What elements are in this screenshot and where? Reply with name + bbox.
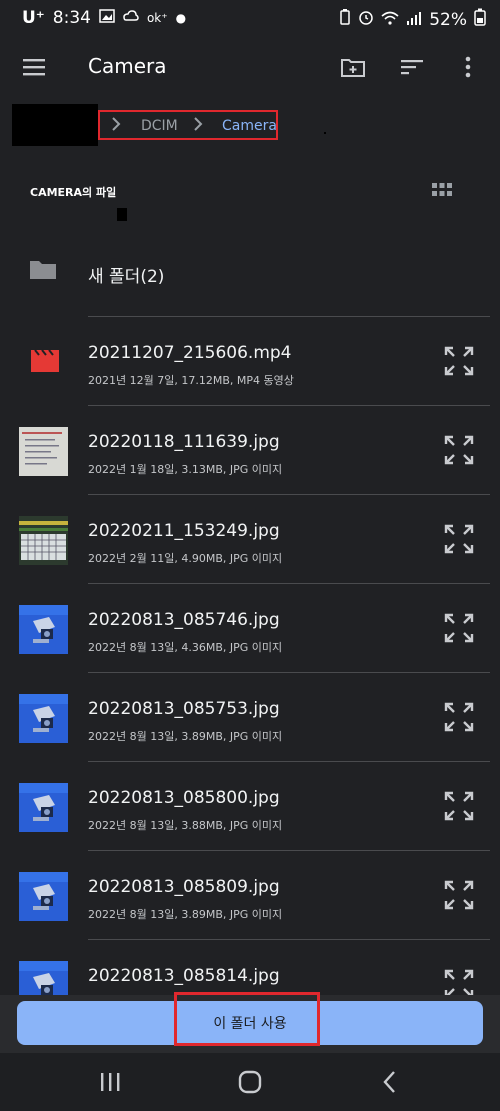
image-thumbnail xyxy=(19,694,68,743)
hamburger-icon xyxy=(23,59,45,76)
app-bar: Camera xyxy=(0,38,500,96)
breadcrumb-item-camera[interactable]: Camera xyxy=(222,118,277,134)
file-row[interactable]: 20220813_085800.jpg 2022년 8월 13일, 3.88MB,… xyxy=(0,762,500,851)
chevron-right-icon xyxy=(192,116,204,136)
sort-icon xyxy=(401,60,423,75)
carrier-label: U⁺ xyxy=(22,8,45,28)
expand-preview-icon xyxy=(444,346,474,376)
file-details: 2022년 8월 13일, 3.89MB, JPG 이미지 xyxy=(88,730,283,743)
image-thumbnail xyxy=(19,605,68,654)
file-details: 2022년 1월 18일, 3.13MB, JPG 이미지 xyxy=(88,463,283,476)
expand-preview-button[interactable] xyxy=(444,435,474,465)
button-highlight xyxy=(174,992,320,1046)
grid-view-icon xyxy=(432,183,452,196)
file-name: 20220813_085800.jpg xyxy=(88,788,280,808)
wifi-icon xyxy=(381,10,399,30)
folder-name: 새 폴더(2) xyxy=(88,267,165,287)
expand-preview-button[interactable] xyxy=(444,613,474,643)
redaction-mark xyxy=(117,208,127,221)
file-name: 20220813_085746.jpg xyxy=(88,610,280,630)
file-details: 2022년 2월 11일, 4.90MB, JPG 이미지 xyxy=(88,552,283,565)
back-button[interactable] xyxy=(370,1062,410,1102)
file-name: 20220211_153249.jpg xyxy=(88,521,280,541)
alarm-icon xyxy=(358,9,374,30)
expand-preview-button[interactable] xyxy=(444,524,474,554)
video-icon xyxy=(30,349,60,375)
file-name: 20220118_111639.jpg xyxy=(88,432,280,452)
image-thumbnail xyxy=(19,605,68,654)
file-name: 20220813_085753.jpg xyxy=(88,699,280,719)
image-thumbnail xyxy=(19,694,68,743)
image-thumbnail xyxy=(19,427,68,476)
image-thumbnail xyxy=(19,872,68,921)
file-row[interactable]: 20220813_085746.jpg 2022년 8월 13일, 4.36MB,… xyxy=(0,584,500,673)
chevron-right-icon xyxy=(110,116,122,136)
system-nav-bar xyxy=(0,1053,500,1111)
signal-icon xyxy=(406,10,422,30)
file-name: 20220813_085809.jpg xyxy=(88,877,280,897)
home-button[interactable] xyxy=(230,1062,270,1102)
battery-icon xyxy=(474,8,486,31)
image-thumbnail xyxy=(19,783,68,832)
image-thumbnail xyxy=(19,783,68,832)
stray-dot xyxy=(324,132,326,134)
file-details: 2022년 8월 13일, 4.36MB, JPG 이미지 xyxy=(88,641,283,654)
gallery-notification-icon xyxy=(99,8,115,28)
recent-apps-icon xyxy=(101,1073,120,1091)
clock: 8:34 xyxy=(52,8,91,28)
file-row[interactable]: 20220211_153249.jpg 2022년 2월 11일, 4.90MB,… xyxy=(0,495,500,584)
video-file-icon xyxy=(31,349,59,372)
expand-preview-button[interactable] xyxy=(444,346,474,376)
expand-preview-icon xyxy=(444,791,474,821)
file-name: 20211207_215606.mp4 xyxy=(88,343,292,363)
folder-row[interactable]: 새 폴더(2) xyxy=(0,228,500,317)
breadcrumb: DCIM Camera xyxy=(0,100,500,150)
menu-button[interactable] xyxy=(14,47,54,87)
new-folder-button[interactable] xyxy=(333,47,373,87)
file-name: 20220813_085814.jpg xyxy=(88,966,280,986)
expand-preview-icon xyxy=(444,435,474,465)
expand-preview-icon xyxy=(444,524,474,554)
status-bar: U⁺ 8:34 ok⁺ ● 52% xyxy=(0,0,500,38)
battery-percent: 52% xyxy=(429,9,467,30)
page-title: Camera xyxy=(88,54,167,78)
image-thumbnail xyxy=(19,872,68,921)
battery-saver-icon xyxy=(339,9,351,30)
expand-preview-button[interactable] xyxy=(444,880,474,910)
expand-preview-icon xyxy=(444,702,474,732)
file-details: 2021년 12월 7일, 17.12MB, MP4 동영상 xyxy=(88,374,294,387)
section-title: CAMERA의 파일 xyxy=(30,186,117,199)
image-thumbnail xyxy=(19,516,68,565)
back-icon xyxy=(383,1071,395,1093)
breadcrumb-item-dcim[interactable]: DCIM xyxy=(141,118,178,134)
file-row[interactable]: 20220118_111639.jpg 2022년 1월 18일, 3.13MB,… xyxy=(0,406,500,495)
expand-preview-button[interactable] xyxy=(444,702,474,732)
grid-view-button[interactable] xyxy=(422,170,462,210)
file-details: 2022년 8월 13일, 3.88MB, JPG 이미지 xyxy=(88,819,283,832)
overflow-menu-icon xyxy=(465,56,471,78)
file-row[interactable]: 20211207_215606.mp4 2021년 12월 7일, 17.12MB… xyxy=(0,317,500,406)
file-row[interactable]: 20220813_085809.jpg 2022년 8월 13일, 3.89MB,… xyxy=(0,851,500,940)
sort-button[interactable] xyxy=(392,47,432,87)
home-icon xyxy=(238,1070,262,1094)
more-notifications-dot: ● xyxy=(175,11,187,25)
more-options-button[interactable] xyxy=(448,47,488,87)
recent-apps-button[interactable] xyxy=(90,1062,130,1102)
expand-preview-icon xyxy=(444,613,474,643)
image-thumbnail xyxy=(19,427,68,476)
redacted-root-crumb xyxy=(12,104,98,146)
app-notification-icon: ok⁺ xyxy=(146,11,168,25)
folder-icon xyxy=(29,257,59,287)
weather-notification-icon xyxy=(123,8,139,28)
image-thumbnail xyxy=(19,516,68,565)
create-folder-icon xyxy=(341,59,365,77)
expand-preview-icon xyxy=(444,880,474,910)
file-row[interactable]: 20220813_085753.jpg 2022년 8월 13일, 3.89MB,… xyxy=(0,673,500,762)
file-details: 2022년 8월 13일, 3.89MB, JPG 이미지 xyxy=(88,908,283,921)
expand-preview-button[interactable] xyxy=(444,791,474,821)
